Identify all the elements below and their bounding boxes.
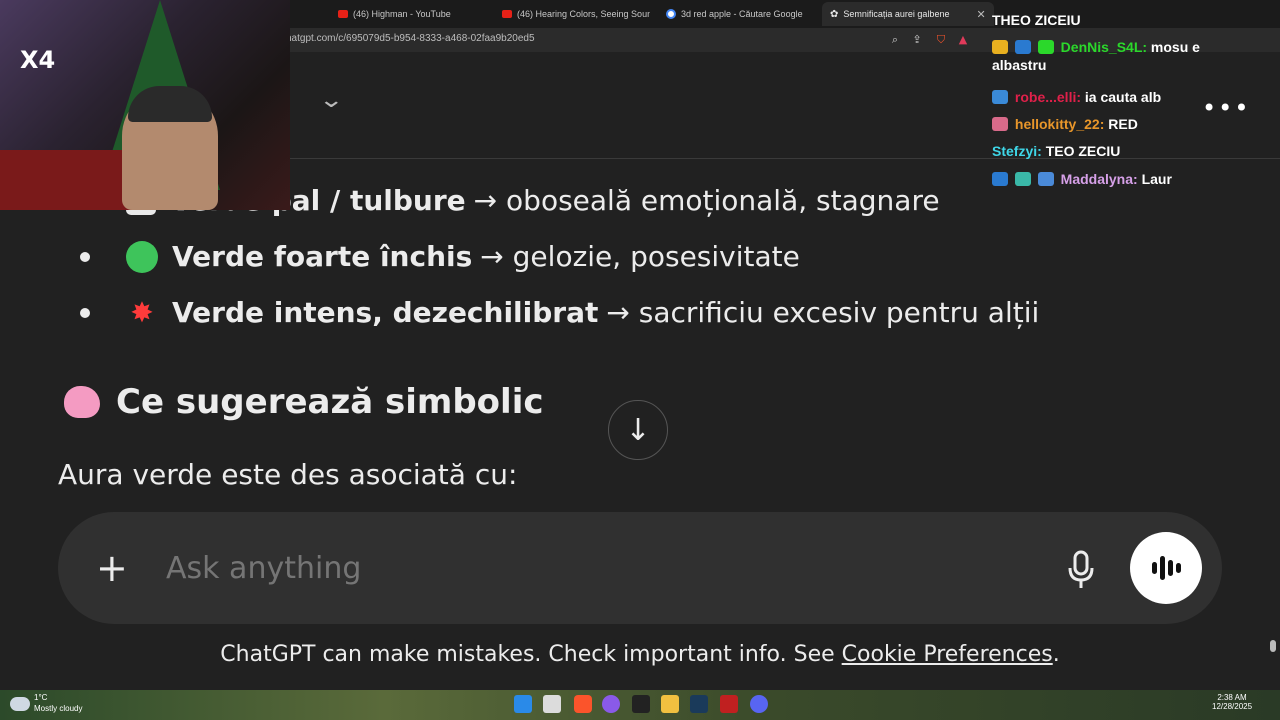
item-term: Verde intens, dezechilibrat	[172, 296, 599, 329]
chat-user: robe...elli:	[1014, 89, 1082, 105]
youtube-icon	[502, 10, 512, 18]
headphones	[128, 86, 212, 122]
shield-app-icon[interactable]	[720, 695, 738, 713]
task-view-icon[interactable]	[543, 695, 561, 713]
sixty-badge-icon	[1014, 172, 1031, 186]
robot-badge-icon	[992, 90, 1008, 104]
chat-text: THEO ZICEIU	[992, 12, 1081, 28]
chat-text: Laur	[1141, 171, 1172, 187]
prompt-input[interactable]	[164, 550, 868, 587]
start-icon[interactable]	[514, 695, 532, 713]
chat-text: ia cauta alb	[1084, 89, 1162, 105]
list-item: Verde foarte închis → gelozie, posesivit…	[80, 240, 800, 273]
close-tab-icon[interactable]: ✕	[976, 8, 985, 21]
youtube-icon	[338, 10, 348, 18]
cloud-icon[interactable]	[10, 697, 30, 711]
chat-user: Stefzyi:	[992, 143, 1042, 159]
cookie-preferences-link[interactable]: Cookie Preferences	[842, 642, 1053, 667]
chat-message: DenNis_S4L: mosu e albastru	[992, 38, 1232, 74]
paragraph: Aura verde este des asociată cu:	[58, 458, 518, 491]
chat-text: RED	[1108, 116, 1138, 132]
brave-rewards-icon[interactable]: ▲	[956, 33, 970, 47]
chat-message: THEO ZICEIU	[992, 11, 1232, 29]
clock-time: 2:38 AM	[1217, 693, 1247, 702]
chevron-down-icon[interactable]: ⌄	[318, 88, 344, 113]
webcam-overlay: X4	[0, 0, 290, 210]
weather-temp: 1°C	[34, 693, 48, 702]
item-meaning: → sacrificiu excesiv pentru alții	[606, 296, 1040, 329]
robot-badge-icon	[1037, 172, 1054, 186]
file-explorer-icon[interactable]	[661, 695, 679, 713]
scrollbar-thumb[interactable]	[1270, 640, 1276, 652]
brain-emoji	[64, 386, 100, 418]
heading-text: Ce sugerează simbolic	[116, 382, 544, 422]
chat-user: Maddalyna:	[1060, 171, 1138, 187]
plus-icon: +	[96, 546, 128, 590]
chat-message: hellokitty_22: RED	[992, 115, 1232, 133]
arrow-badge-icon	[992, 172, 1008, 186]
chat-user: DenNis_S4L:	[1060, 39, 1148, 55]
voice-mode-button[interactable]	[1130, 532, 1202, 604]
more-options-icon[interactable]: •••	[1202, 94, 1250, 122]
add-attachment-button[interactable]: +	[96, 548, 128, 588]
weather-condition: Mostly cloudy	[34, 704, 83, 713]
tab-title: 3d red apple - Căutare Google	[681, 9, 803, 19]
chat-user: hellokitty_22:	[1014, 116, 1105, 132]
streamer-sleeve	[0, 150, 140, 210]
item-term: Verde foarte închis	[172, 240, 473, 273]
clock-date: 12/28/2025	[1212, 702, 1253, 711]
steam-icon[interactable]	[690, 695, 708, 713]
tab-google-search[interactable]: 3d red apple - Căutare Google	[666, 4, 816, 24]
tab-youtube-highman[interactable]: (46) Highman - YouTube	[338, 4, 488, 24]
chat-message: Maddalyna: Laur	[992, 170, 1232, 188]
tab-title: (46) Hearing Colors, Seeing Sounds: ...	[517, 9, 650, 19]
app-icon[interactable]	[632, 695, 650, 713]
chat-text: TEO ZECIU	[1045, 143, 1121, 159]
chat-message: robe...elli: ia cauta alb	[992, 88, 1232, 106]
green-circle-emoji	[126, 240, 158, 273]
microphone-icon[interactable]	[1066, 550, 1096, 590]
disclaimer-period: .	[1052, 642, 1060, 667]
disclaimer: ChatGPT can make mistakes. Check importa…	[0, 642, 1280, 667]
sub-badge-icon	[1037, 40, 1054, 54]
discord-icon[interactable]	[750, 695, 768, 713]
badge-text: X4	[20, 46, 56, 74]
tab-title: (46) Highman - YouTube	[353, 9, 451, 19]
tab-chatgpt-active[interactable]: ✿ Semnificația aurei galbene ✕	[822, 2, 994, 26]
crown-badge-icon	[992, 40, 1008, 54]
collision-emoji: ✸	[130, 295, 154, 329]
item-meaning: → oboseală emoțională, stagnare	[473, 184, 940, 217]
section-heading: Ce sugerează simbolic	[64, 382, 544, 422]
zoom-icon[interactable]: ⌕	[888, 33, 902, 47]
chatgpt-icon: ✿	[830, 8, 839, 20]
chat-message: Stefzyi: TEO ZECIU	[992, 142, 1232, 160]
clock[interactable]: 2:38 AM 12/28/2025	[1212, 693, 1252, 711]
robot-badge-icon	[1014, 40, 1031, 54]
bullet	[80, 307, 90, 318]
google-icon	[666, 9, 676, 19]
brave-icon[interactable]	[574, 695, 592, 713]
arrow-down-icon: ↓	[625, 413, 651, 448]
scroll-down-button[interactable]: ↓	[608, 400, 668, 460]
item-meaning: → gelozie, posesivitate	[480, 240, 800, 273]
disclaimer-text: ChatGPT can make mistakes. Check importa…	[220, 642, 835, 667]
copilot-icon[interactable]	[602, 695, 620, 713]
tab-title: Semnificația aurei galbene	[843, 9, 950, 19]
tab-youtube-hearing-colors[interactable]: (46) Hearing Colors, Seeing Sounds: ...	[502, 4, 650, 24]
list-item: ✸ Verde intens, dezechilibrat → sacrific…	[80, 296, 1039, 329]
robot-badge-icon	[992, 117, 1008, 131]
share-icon[interactable]: ⇪	[910, 33, 924, 47]
bullet	[80, 251, 90, 262]
brave-shield-icon[interactable]: ⛉	[934, 33, 948, 47]
url-text[interactable]: hatgpt.com/c/695079d5-b954-8333-a468-02f…	[286, 33, 535, 44]
